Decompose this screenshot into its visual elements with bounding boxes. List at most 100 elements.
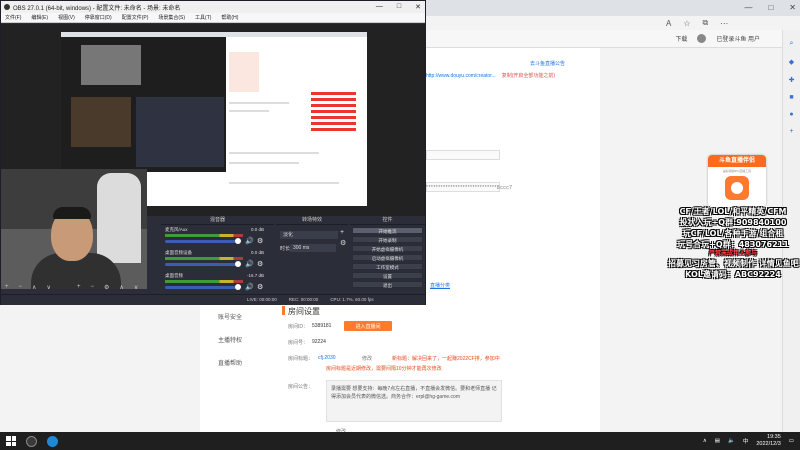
input-language[interactable]: 中 <box>743 437 749 445</box>
menu-docks[interactable]: 停靠窗口(D) <box>85 14 112 21</box>
edge-window-controls: — □ ✕ <box>744 3 796 12</box>
network-icon[interactable]: ▤ <box>715 438 720 444</box>
up-icon[interactable]: ∧ <box>119 284 123 291</box>
search-icon[interactable]: ⌕ <box>790 40 794 48</box>
room-title-warning: 房间标题是近期修改，需要间隔10分钟才能再次修改 <box>326 366 442 372</box>
gear-icon[interactable]: ⚙ <box>340 239 346 247</box>
start-virtual-camera-button[interactable]: 开始虚拟摄像机 <box>352 245 423 252</box>
volume-meter <box>165 234 243 237</box>
menu-profile[interactable]: 配置文件(P) <box>122 14 149 21</box>
start-icon[interactable] <box>6 436 16 446</box>
tools-icon[interactable]: ✚ <box>789 76 795 84</box>
close-icon[interactable]: ✕ <box>789 3 796 12</box>
menu-scene-collection[interactable]: 场景集合(S) <box>158 14 185 21</box>
transitions-dock-title: 转场特效 <box>276 216 348 225</box>
room-title-link[interactable]: cfj.2030 <box>318 355 336 361</box>
menu-tools[interactable]: 工具(T) <box>195 14 211 21</box>
speaker-icon[interactable]: 🔊 <box>245 260 254 268</box>
room-title-edit[interactable]: 修改 <box>362 355 372 362</box>
copy-note[interactable]: 复制(开启全部功能之前) <box>502 73 555 79</box>
add-icon[interactable]: + <box>77 284 81 291</box>
remove-icon[interactable]: − <box>19 284 23 292</box>
duration-input[interactable]: 300 ms <box>290 244 336 252</box>
left-nav: 账号安全 主播特权 直播帮助 <box>218 312 272 381</box>
up-icon[interactable]: ∧ <box>32 284 36 292</box>
close-icon[interactable]: ✕ <box>415 3 421 11</box>
clock-time: 19:35 <box>767 434 781 440</box>
notification-icon[interactable]: ▭ <box>789 438 794 444</box>
read-aloud-icon[interactable]: A <box>666 19 671 28</box>
taskbar-clock[interactable]: 19:35 2022/12/3 <box>756 434 780 448</box>
settings-button[interactable]: 设置 <box>352 272 423 279</box>
maximize-icon[interactable]: □ <box>397 3 401 11</box>
room-section-title: 房间设置 <box>288 307 320 316</box>
start-streaming-button[interactable]: 开始推流 <box>352 227 423 234</box>
gear-icon[interactable]: ⚙ <box>257 283 263 291</box>
stream-key-value: *****************************8ccc7 <box>426 185 513 191</box>
menu-help[interactable]: 帮助(H) <box>221 14 238 21</box>
menu-file[interactable]: 文件(F) <box>5 14 21 21</box>
volume-slider[interactable] <box>165 238 241 244</box>
card-subtitle: 是好用的PC直播工具 <box>722 169 752 173</box>
extensions-icon[interactable]: ⋯ <box>720 19 728 28</box>
outlook-icon[interactable]: ● <box>789 111 793 118</box>
scene-transitions: 淡化 + ⚙ 时长 300 ms <box>276 225 348 295</box>
add-icon[interactable]: + <box>5 284 9 292</box>
exit-button[interactable]: 退出 <box>352 281 423 288</box>
down-icon[interactable]: ∨ <box>134 284 138 291</box>
minimize-icon[interactable]: — <box>744 3 752 12</box>
start-recording-button[interactable]: 开始录制 <box>352 236 423 243</box>
volume-icon[interactable]: 🔈 <box>728 438 735 444</box>
virtual-camera-button[interactable]: 启动虚拟摄像机 <box>352 254 423 261</box>
system-tray: ∧ ▤ 🔈 中 19:35 2022/12/3 ▭ <box>703 434 794 448</box>
volume-slider[interactable] <box>165 261 241 267</box>
stream-server-field[interactable] <box>426 150 500 160</box>
obs-title: OBS 27.0.1 (64-bit, windows) - 配置文件: 未命名… <box>13 5 181 12</box>
enter-room-button[interactable]: 进入直播间 <box>344 321 392 331</box>
category-link[interactable]: 直播分类 <box>430 282 450 289</box>
overlay-line-4: 玩号合玩+Q群：483076211 <box>677 240 789 249</box>
channel-db: 0.0 dB <box>250 227 264 232</box>
stream-url-text[interactable]: http://www.douyu.com/creator... <box>426 73 496 79</box>
nav-item-help[interactable]: 直播帮助 <box>218 358 272 367</box>
cpu-fps: CPU: 1.7%, 60.00 fps <box>330 297 374 302</box>
avatar[interactable] <box>697 34 707 43</box>
add-icon[interactable]: + <box>340 229 344 236</box>
nav-item-security[interactable]: 账号安全 <box>218 312 272 321</box>
collections-icon[interactable]: ⧉ <box>703 18 709 28</box>
volume-slider[interactable] <box>165 284 241 290</box>
favorite-star-icon[interactable]: ☆ <box>683 19 690 28</box>
speaker-icon[interactable]: 🔊 <box>245 237 254 245</box>
overlay-line-6: 招募见习房管、视频制作 详情见鱼吧 <box>668 259 799 268</box>
duration-label: 时长 <box>280 246 291 252</box>
channel-name: 麦克风/Aux <box>165 227 188 232</box>
gear-icon[interactable]: ⚙ <box>104 284 109 291</box>
obs-taskbar-icon[interactable] <box>26 435 37 447</box>
office-icon[interactable]: ■ <box>789 94 793 101</box>
minimize-icon[interactable]: — <box>376 3 383 11</box>
shopping-icon[interactable]: ◆ <box>789 58 794 66</box>
preview-promo-image <box>229 52 259 92</box>
gear-icon[interactable]: ⚙ <box>257 260 263 268</box>
room-title-new: 新标题：解决回来了，一起赚2022CF排，参加中 <box>392 356 500 362</box>
notice-label: 房间公告： <box>288 384 314 390</box>
chevron-up-icon[interactable]: ∧ <box>703 438 707 444</box>
transition-select[interactable]: 淡化 <box>280 231 338 239</box>
controls-dock-title: 控件 <box>350 216 425 225</box>
menu-view[interactable]: 视图(V) <box>58 14 75 21</box>
account-label[interactable]: 已登录斗鱼 用户 <box>716 34 760 43</box>
add-icon[interactable]: + <box>789 128 793 135</box>
nav-item-privileges[interactable]: 主播特权 <box>218 335 272 344</box>
menu-edit[interactable]: 编辑(E) <box>31 14 48 21</box>
speaker-icon[interactable]: 🔊 <box>245 283 254 291</box>
maximize-icon[interactable]: □ <box>768 3 773 12</box>
overlay-line-3: 玩CF/LOL/各种手游/组合租 <box>682 229 784 238</box>
down-icon[interactable]: ∨ <box>46 284 50 292</box>
edge-taskbar-icon[interactable] <box>47 435 58 447</box>
download-link[interactable]: 下载 <box>675 34 687 43</box>
announcement-link[interactable]: 去斗鱼直播公告 <box>530 60 565 67</box>
remove-icon[interactable]: − <box>91 284 95 291</box>
notice-textarea[interactable]: 录播需要 想要支持：每晚7点左右直播，不直播会发微信。要和老师直播 记得添加会员… <box>326 380 502 422</box>
gear-icon[interactable]: ⚙ <box>257 237 263 245</box>
studio-mode-button[interactable]: 工作室模式 <box>352 263 423 270</box>
